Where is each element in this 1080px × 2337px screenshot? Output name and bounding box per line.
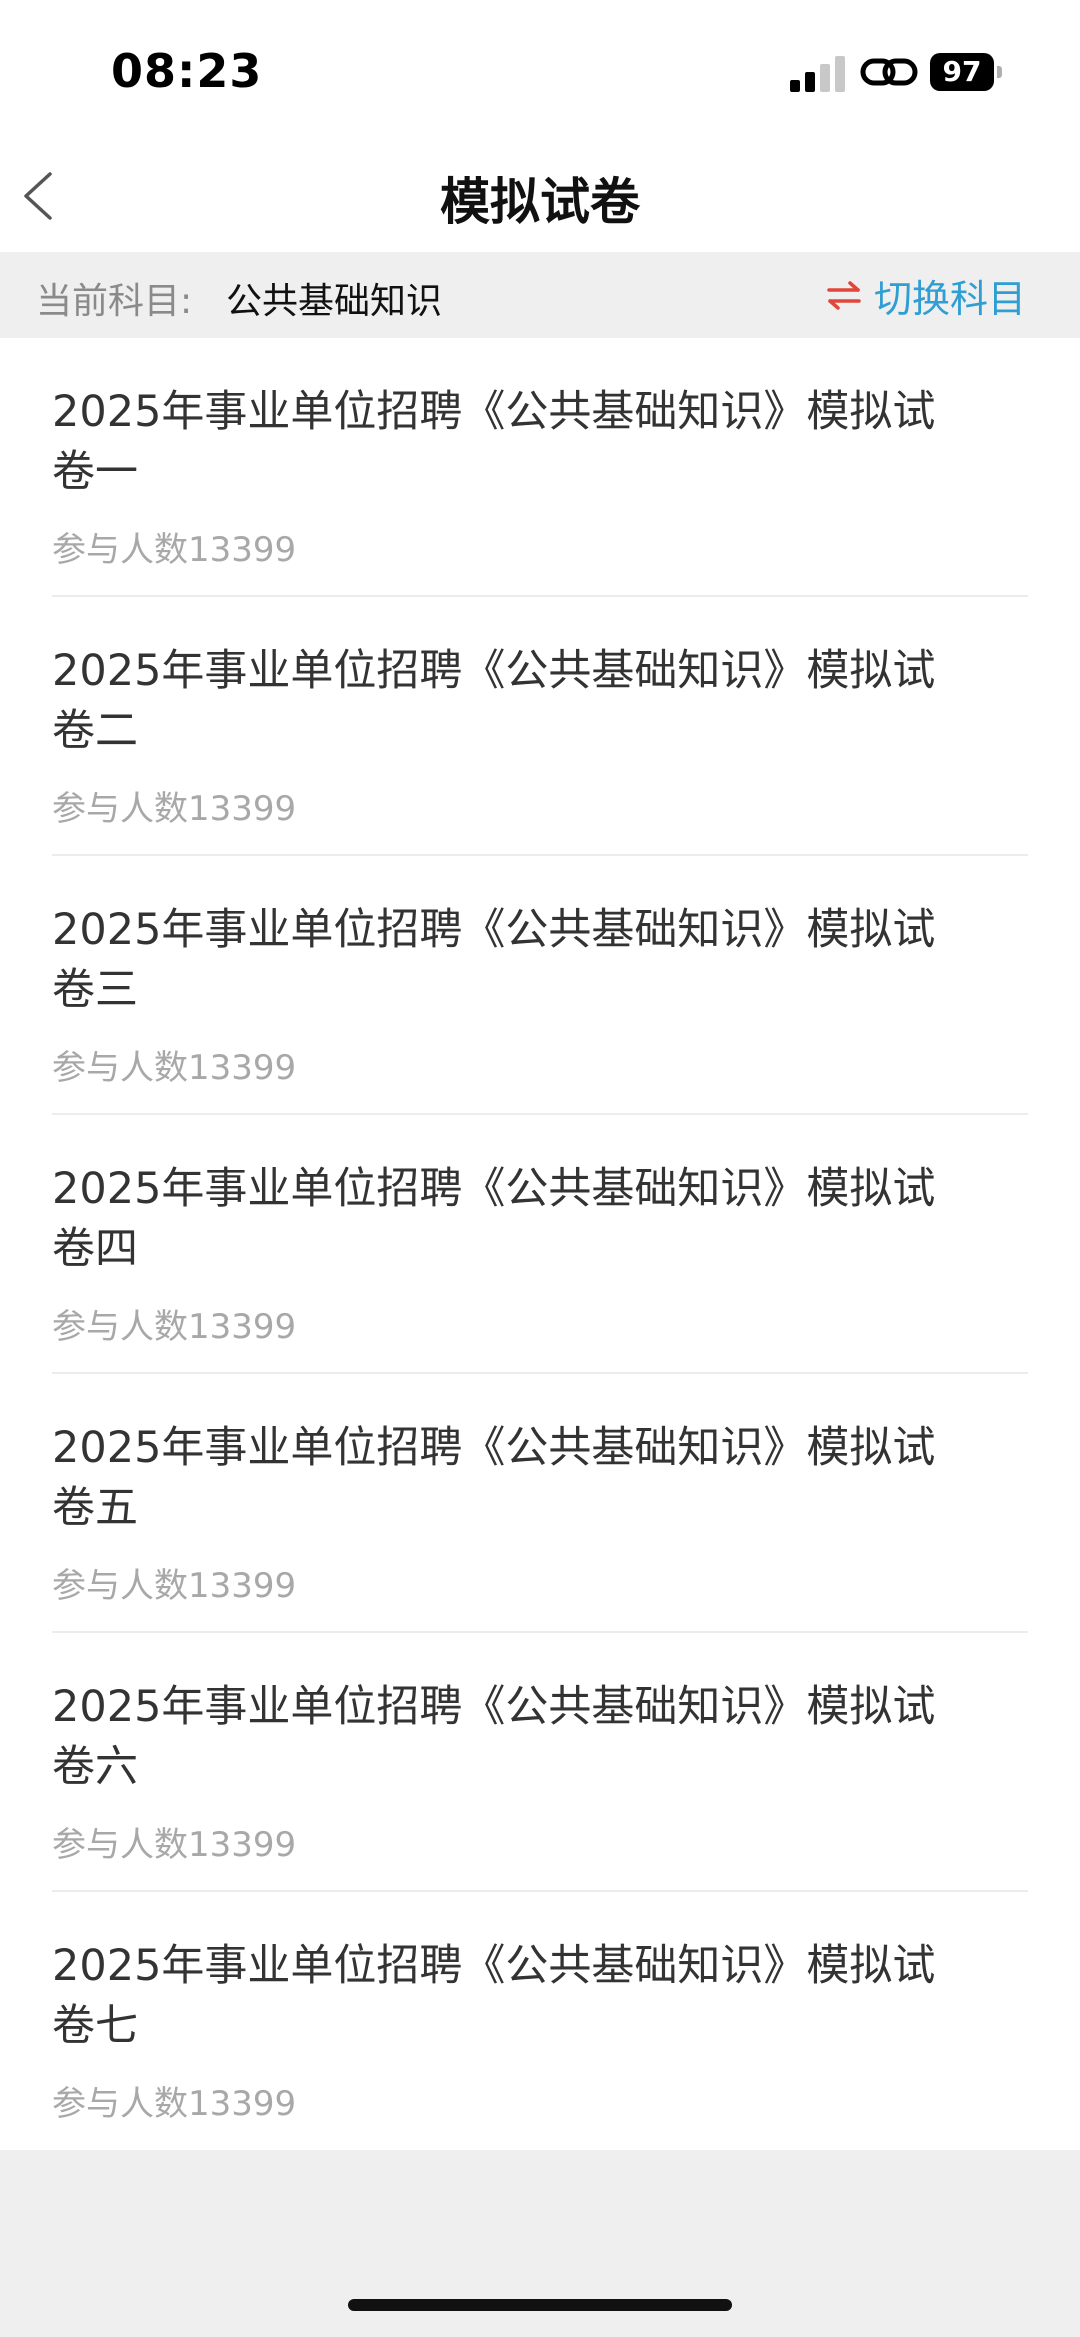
- battery-level: 97: [930, 53, 994, 91]
- paper-participants: 参与人数13399: [52, 2084, 297, 2124]
- paper-participants: 参与人数13399: [52, 530, 297, 570]
- paper-participants: 参与人数13399: [52, 789, 297, 829]
- link-icon: [860, 58, 918, 86]
- paper-participants: 参与人数13399: [52, 1307, 297, 1347]
- cellular-signal-icon: [790, 54, 846, 92]
- status-bar: 08:23 97: [0, 0, 1080, 140]
- paper-title: 2025年事业单位招聘《公共基础知识》模拟试卷七: [52, 1941, 936, 2051]
- subject-value: 公共基础知识: [226, 281, 443, 322]
- paper-item-7[interactable]: 2025年事业单位招聘《公共基础知识》模拟试卷七 参与人数13399: [0, 1892, 1080, 2151]
- battery-icon: 97: [930, 53, 1002, 91]
- status-time: 08:23: [111, 44, 263, 98]
- paper-title: 2025年事业单位招聘《公共基础知识》模拟试卷一: [52, 387, 936, 497]
- paper-item-3[interactable]: 2025年事业单位招聘《公共基础知识》模拟试卷三 参与人数13399: [0, 856, 1080, 1115]
- paper-list: 2025年事业单位招聘《公共基础知识》模拟试卷一 参与人数13399 2025年…: [0, 338, 1080, 2150]
- paper-item-1[interactable]: 2025年事业单位招聘《公共基础知识》模拟试卷一 参与人数13399: [0, 338, 1080, 597]
- home-indicator[interactable]: [348, 2299, 732, 2311]
- switch-subject-label: 切换科目: [873, 276, 1026, 321]
- paper-item-2[interactable]: 2025年事业单位招聘《公共基础知识》模拟试卷二 参与人数13399: [0, 597, 1080, 856]
- paper-title: 2025年事业单位招聘《公共基础知识》模拟试卷六: [52, 1682, 936, 1792]
- paper-participants: 参与人数13399: [52, 1566, 297, 1606]
- subject-label: 当前科目:: [36, 281, 193, 322]
- paper-title: 2025年事业单位招聘《公共基础知识》模拟试卷五: [52, 1423, 936, 1533]
- paper-participants: 参与人数13399: [52, 1825, 297, 1865]
- paper-item-6[interactable]: 2025年事业单位招聘《公共基础知识》模拟试卷六 参与人数13399: [0, 1633, 1080, 1892]
- paper-title: 2025年事业单位招聘《公共基础知识》模拟试卷三: [52, 905, 936, 1015]
- subject-bar: 当前科目: 公共基础知识 切换科目: [0, 252, 1080, 338]
- paper-title: 2025年事业单位招聘《公共基础知识》模拟试卷四: [52, 1164, 936, 1274]
- paper-item-5[interactable]: 2025年事业单位招聘《公共基础知识》模拟试卷五 参与人数13399: [0, 1374, 1080, 1633]
- swap-arrows-icon: [827, 281, 861, 310]
- switch-subject-button[interactable]: 切换科目: [826, 270, 1026, 321]
- page-title: 模拟试卷: [440, 173, 640, 231]
- paper-participants: 参与人数13399: [52, 1048, 297, 1088]
- nav-bar: 模拟试卷: [0, 140, 1080, 252]
- paper-title: 2025年事业单位招聘《公共基础知识》模拟试卷二: [52, 646, 936, 756]
- top-area: 08:23 97 模拟试卷: [0, 0, 1080, 252]
- paper-item-4[interactable]: 2025年事业单位招聘《公共基础知识》模拟试卷四 参与人数13399: [0, 1115, 1080, 1374]
